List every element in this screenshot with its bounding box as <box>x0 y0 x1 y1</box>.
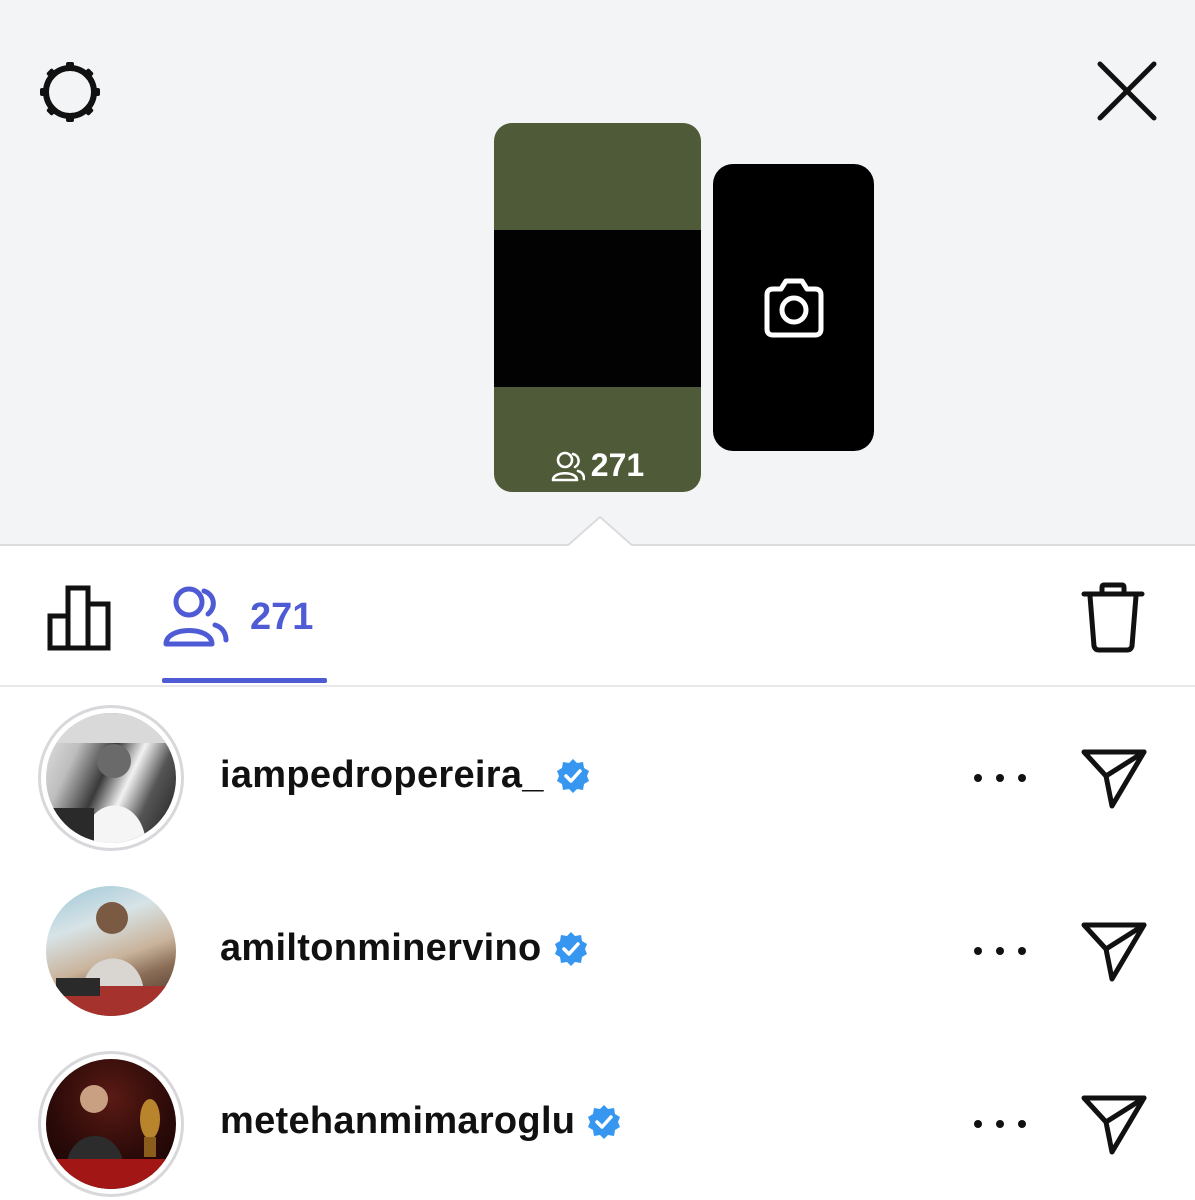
settings-button[interactable] <box>34 56 106 128</box>
people-icon <box>163 586 229 647</box>
avatar[interactable] <box>38 705 184 851</box>
story-image-band <box>494 230 701 387</box>
list-item: metehanmimaroglu <box>0 1036 1195 1200</box>
close-button[interactable] <box>1090 56 1162 128</box>
send-message-button[interactable] <box>1078 915 1150 987</box>
active-tab-indicator <box>162 678 327 683</box>
divider <box>0 685 1195 687</box>
tab-viewers[interactable]: 271 <box>162 582 313 682</box>
send-icon <box>1081 749 1147 809</box>
people-icon <box>551 451 585 481</box>
verified-badge-icon <box>554 931 587 966</box>
viewer-tabs: 271 <box>0 546 1195 686</box>
more-icon-dot <box>974 774 982 782</box>
story-viewer-count-text: 271 <box>590 447 645 483</box>
more-icon-dot <box>974 947 982 955</box>
send-icon <box>1081 922 1147 982</box>
list-item: iampedropereira_ <box>0 690 1195 862</box>
more-icon-dot <box>996 774 1004 782</box>
add-story-button[interactable] <box>713 164 874 451</box>
avatar[interactable] <box>38 1051 184 1197</box>
avatar-image <box>46 713 176 843</box>
more-icon-dot <box>996 947 1004 955</box>
selected-story-pointer <box>566 515 634 549</box>
username-link[interactable]: iampedropereira_ <box>220 754 592 797</box>
story-thumbnail[interactable]: 271 <box>494 123 701 492</box>
avatar-photo <box>46 1059 176 1189</box>
more-icon-dot <box>996 1120 1004 1128</box>
delete-story-button[interactable] <box>1080 582 1146 654</box>
more-options-button[interactable] <box>970 1109 1030 1139</box>
username: amiltonminervino <box>220 927 542 969</box>
gear-icon <box>40 62 100 122</box>
username-link[interactable]: amiltonminervino <box>220 927 590 970</box>
avatar-photo <box>46 886 176 1016</box>
close-icon <box>1097 61 1157 121</box>
bar-chart-icon <box>47 585 111 651</box>
username: metehanmimaroglu <box>220 1100 576 1142</box>
avatar-photo <box>46 713 176 843</box>
more-icon-dot <box>1018 947 1026 955</box>
viewers-count: 271 <box>250 596 314 638</box>
list-item: amiltonminervino <box>0 863 1195 1035</box>
avatar-image <box>46 1085 176 1189</box>
more-options-button[interactable] <box>970 936 1030 966</box>
story-viewer-count: 271 <box>494 447 701 484</box>
send-message-button[interactable] <box>1078 742 1150 814</box>
verified-badge-icon <box>588 1104 621 1139</box>
camera-icon <box>764 278 823 337</box>
username-link[interactable]: metehanmimaroglu <box>220 1100 623 1143</box>
more-icon-dot <box>1018 1120 1026 1128</box>
send-icon <box>1081 1095 1147 1155</box>
avatar-image <box>46 902 176 1016</box>
username: iampedropereira_ <box>220 754 544 796</box>
more-options-button[interactable] <box>970 763 1030 793</box>
tab-insights[interactable] <box>44 584 116 652</box>
viewer-list: iampedropereira_ amiltonminervino meteha… <box>0 690 1195 1200</box>
trash-icon <box>1081 582 1145 653</box>
avatar[interactable] <box>38 878 184 1024</box>
verified-badge-icon <box>556 758 589 793</box>
send-message-button[interactable] <box>1078 1088 1150 1160</box>
more-icon-dot <box>1018 774 1026 782</box>
more-icon-dot <box>974 1120 982 1128</box>
